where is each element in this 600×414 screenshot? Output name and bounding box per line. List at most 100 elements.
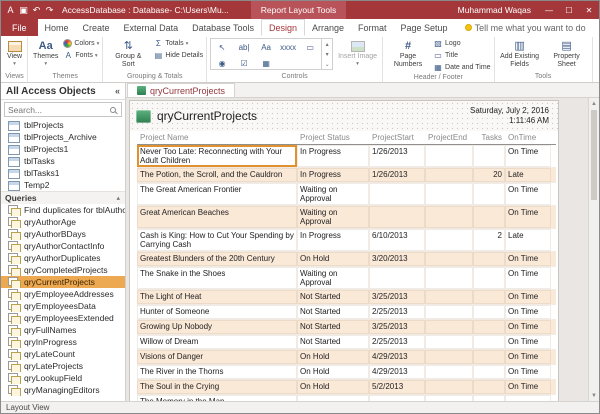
cell-name[interactable]: Visions of Danger bbox=[137, 350, 297, 364]
nav-item-qryinprogress[interactable]: qryInProgress bbox=[1, 336, 125, 348]
cell-end[interactable] bbox=[425, 290, 473, 304]
colors-button[interactable]: Colors ▾ bbox=[63, 38, 99, 49]
gallery-expand-icon[interactable]: ⌄ bbox=[322, 59, 332, 69]
cell-start[interactable]: 5/2/2013 bbox=[369, 380, 425, 394]
cell-start[interactable]: 2/25/2013 bbox=[369, 335, 425, 349]
nav-search-box[interactable] bbox=[4, 102, 122, 117]
cell-start[interactable]: 3/25/2013 bbox=[369, 320, 425, 334]
report-title[interactable]: qryCurrentProjects bbox=[157, 109, 257, 123]
nav-item-qryauthorduplicates[interactable]: qryAuthorDuplicates bbox=[1, 252, 125, 264]
cell-start[interactable]: 3/20/2013 bbox=[369, 252, 425, 266]
column-header-end[interactable]: ProjectEnd bbox=[425, 133, 473, 142]
cell-end[interactable] bbox=[425, 229, 473, 251]
save-icon[interactable]: ▣ bbox=[17, 1, 30, 19]
undo-icon[interactable]: ↶ bbox=[30, 1, 43, 19]
column-header-start[interactable]: ProjectStart bbox=[369, 133, 425, 142]
cell-end[interactable] bbox=[425, 365, 473, 379]
cell-ontime[interactable]: On Time bbox=[505, 380, 551, 394]
cell-tasks[interactable] bbox=[473, 305, 505, 319]
insert-image-button[interactable]: Insert Image ▾ bbox=[336, 38, 379, 68]
cell-ontime[interactable]: Late bbox=[505, 229, 551, 251]
add-existing-fields-button[interactable]: ▥ Add Existing Fields bbox=[498, 38, 542, 70]
table-row[interactable]: Cash is King: How to Cut Your Spending b… bbox=[137, 229, 556, 252]
cell-ontime[interactable]: On Time bbox=[505, 365, 551, 379]
tab-database-tools[interactable]: Database Tools bbox=[185, 19, 261, 36]
cell-end[interactable] bbox=[425, 350, 473, 364]
cell-tasks[interactable] bbox=[473, 206, 505, 228]
scrollbar-thumb[interactable] bbox=[591, 110, 597, 200]
nav-item-tblprojects[interactable]: tblProjects bbox=[1, 119, 125, 131]
cell-start[interactable]: 4/29/2013 bbox=[369, 350, 425, 364]
cell-start[interactable] bbox=[369, 267, 425, 289]
cell-tasks[interactable] bbox=[473, 267, 505, 289]
nav-item-qryemployeesdata[interactable]: qryEmployeesData bbox=[1, 300, 125, 312]
cell-tasks[interactable] bbox=[473, 380, 505, 394]
nav-item-find-duplicates-for-tblauthors[interactable]: Find duplicates for tblAuthors bbox=[1, 204, 125, 216]
table-row[interactable]: The River in the ThornsOn Hold4/29/2013O… bbox=[137, 365, 556, 380]
nav-item-tblprojects1[interactable]: tblProjects1 bbox=[1, 143, 125, 155]
cell-name[interactable]: Hunter of Someone bbox=[137, 305, 297, 319]
fonts-button[interactable]: A Fonts ▾ bbox=[63, 50, 99, 61]
cell-status[interactable]: Not Started bbox=[297, 335, 369, 349]
cell-ontime[interactable]: Late bbox=[505, 168, 551, 182]
report-datetime[interactable]: Saturday, July 2, 2016 1:11:46 AM bbox=[470, 106, 552, 127]
column-header-tasks[interactable]: Tasks bbox=[473, 133, 505, 142]
button-control-icon[interactable]: xxxx bbox=[277, 39, 299, 55]
cell-start[interactable]: 1/26/2013 bbox=[369, 168, 425, 182]
group-and-sort-button[interactable]: ⇅ Group & Sort bbox=[106, 38, 150, 70]
tab-external-data[interactable]: External Data bbox=[117, 19, 186, 36]
cell-name[interactable]: The River in the Thorns bbox=[137, 365, 297, 379]
cell-status[interactable]: In Progress bbox=[297, 145, 369, 167]
cell-start[interactable]: 1/26/2013 bbox=[369, 145, 425, 167]
cell-name[interactable]: The Soul in the Crying bbox=[137, 380, 297, 394]
cell-name[interactable]: The Great American Frontier bbox=[137, 183, 297, 205]
tab-design[interactable]: Design bbox=[261, 19, 305, 36]
cell-end[interactable] bbox=[425, 183, 473, 205]
nav-item-qryauthorbdays[interactable]: qryAuthorBDays bbox=[1, 228, 125, 240]
close-button[interactable]: ✕ bbox=[579, 1, 599, 19]
cell-status[interactable]: Not Started bbox=[297, 305, 369, 319]
nav-group-queries[interactable]: Queries▴ bbox=[1, 191, 125, 204]
cell-start[interactable] bbox=[369, 206, 425, 228]
table-row[interactable]: Greatest Blunders of the 20th CenturyOn … bbox=[137, 252, 556, 267]
column-header-ontime[interactable]: OnTime bbox=[505, 133, 551, 142]
checkbox-control-icon[interactable]: ☑ bbox=[233, 55, 255, 71]
search-input[interactable] bbox=[8, 105, 110, 115]
cell-ontime[interactable]: On Time bbox=[505, 267, 551, 289]
nav-item-qrymanagingeditors[interactable]: qryManagingEditors bbox=[1, 384, 125, 396]
scroll-down-icon[interactable]: ▼ bbox=[589, 390, 599, 401]
table-row[interactable]: The Great American FrontierWaiting on Ap… bbox=[137, 183, 556, 206]
cell-name[interactable]: Great American Beaches bbox=[137, 206, 297, 228]
table-row[interactable]: The Soul in the CryingOn Hold5/2/2013On … bbox=[137, 380, 556, 395]
minimize-button[interactable]: — bbox=[539, 1, 559, 19]
cell-ontime[interactable]: On Time bbox=[505, 206, 551, 228]
cell-tasks[interactable] bbox=[473, 365, 505, 379]
cell-name[interactable]: Growing Up Nobody bbox=[137, 320, 297, 334]
cell-end[interactable] bbox=[425, 380, 473, 394]
nav-item-qryfullnames[interactable]: qryFullNames bbox=[1, 324, 125, 336]
cell-ontime[interactable]: On Time bbox=[505, 145, 551, 167]
cell-status[interactable]: In Progress bbox=[297, 229, 369, 251]
nav-item-qryauthorage[interactable]: qryAuthorAge bbox=[1, 216, 125, 228]
table-row[interactable]: Willow of DreamNot Started2/25/2013On Ti… bbox=[137, 335, 556, 350]
cell-tasks[interactable] bbox=[473, 350, 505, 364]
cell-start[interactable]: 6/10/2013 bbox=[369, 229, 425, 251]
cell-status[interactable]: Waiting on Approval bbox=[297, 206, 369, 228]
title-button[interactable]: ▭ Title bbox=[433, 50, 491, 61]
table-row[interactable]: The Snake in the ShoesWaiting on Approva… bbox=[137, 267, 556, 290]
report-header[interactable]: qryCurrentProjects Saturday, July 2, 201… bbox=[130, 101, 558, 131]
table-row[interactable]: Never Too Late: Reconnecting with Your A… bbox=[137, 145, 556, 168]
page-numbers-button[interactable]: # Page Numbers bbox=[386, 38, 430, 70]
nav-item-qrylateprojects[interactable]: qryLateProjects bbox=[1, 360, 125, 372]
table-row[interactable]: Growing Up NobodyNot Started3/25/2013On … bbox=[137, 320, 556, 335]
cell-start[interactable]: 4/29/2013 bbox=[369, 365, 425, 379]
cell-status[interactable]: Not Started bbox=[297, 320, 369, 334]
table-row[interactable]: The Light of HeatNot Started3/25/2013On … bbox=[137, 290, 556, 305]
cell-name[interactable]: Never Too Late: Reconnecting with Your A… bbox=[137, 145, 297, 167]
table-row[interactable]: Hunter of SomeoneNot Started2/25/2013On … bbox=[137, 305, 556, 320]
tab-file[interactable]: File bbox=[1, 19, 38, 36]
cell-tasks[interactable] bbox=[473, 290, 505, 304]
tab-control-icon[interactable]: ▭ bbox=[299, 39, 321, 55]
cell-ontime[interactable]: On Time bbox=[505, 252, 551, 266]
nav-item-tbltasks[interactable]: tblTasks bbox=[1, 155, 125, 167]
